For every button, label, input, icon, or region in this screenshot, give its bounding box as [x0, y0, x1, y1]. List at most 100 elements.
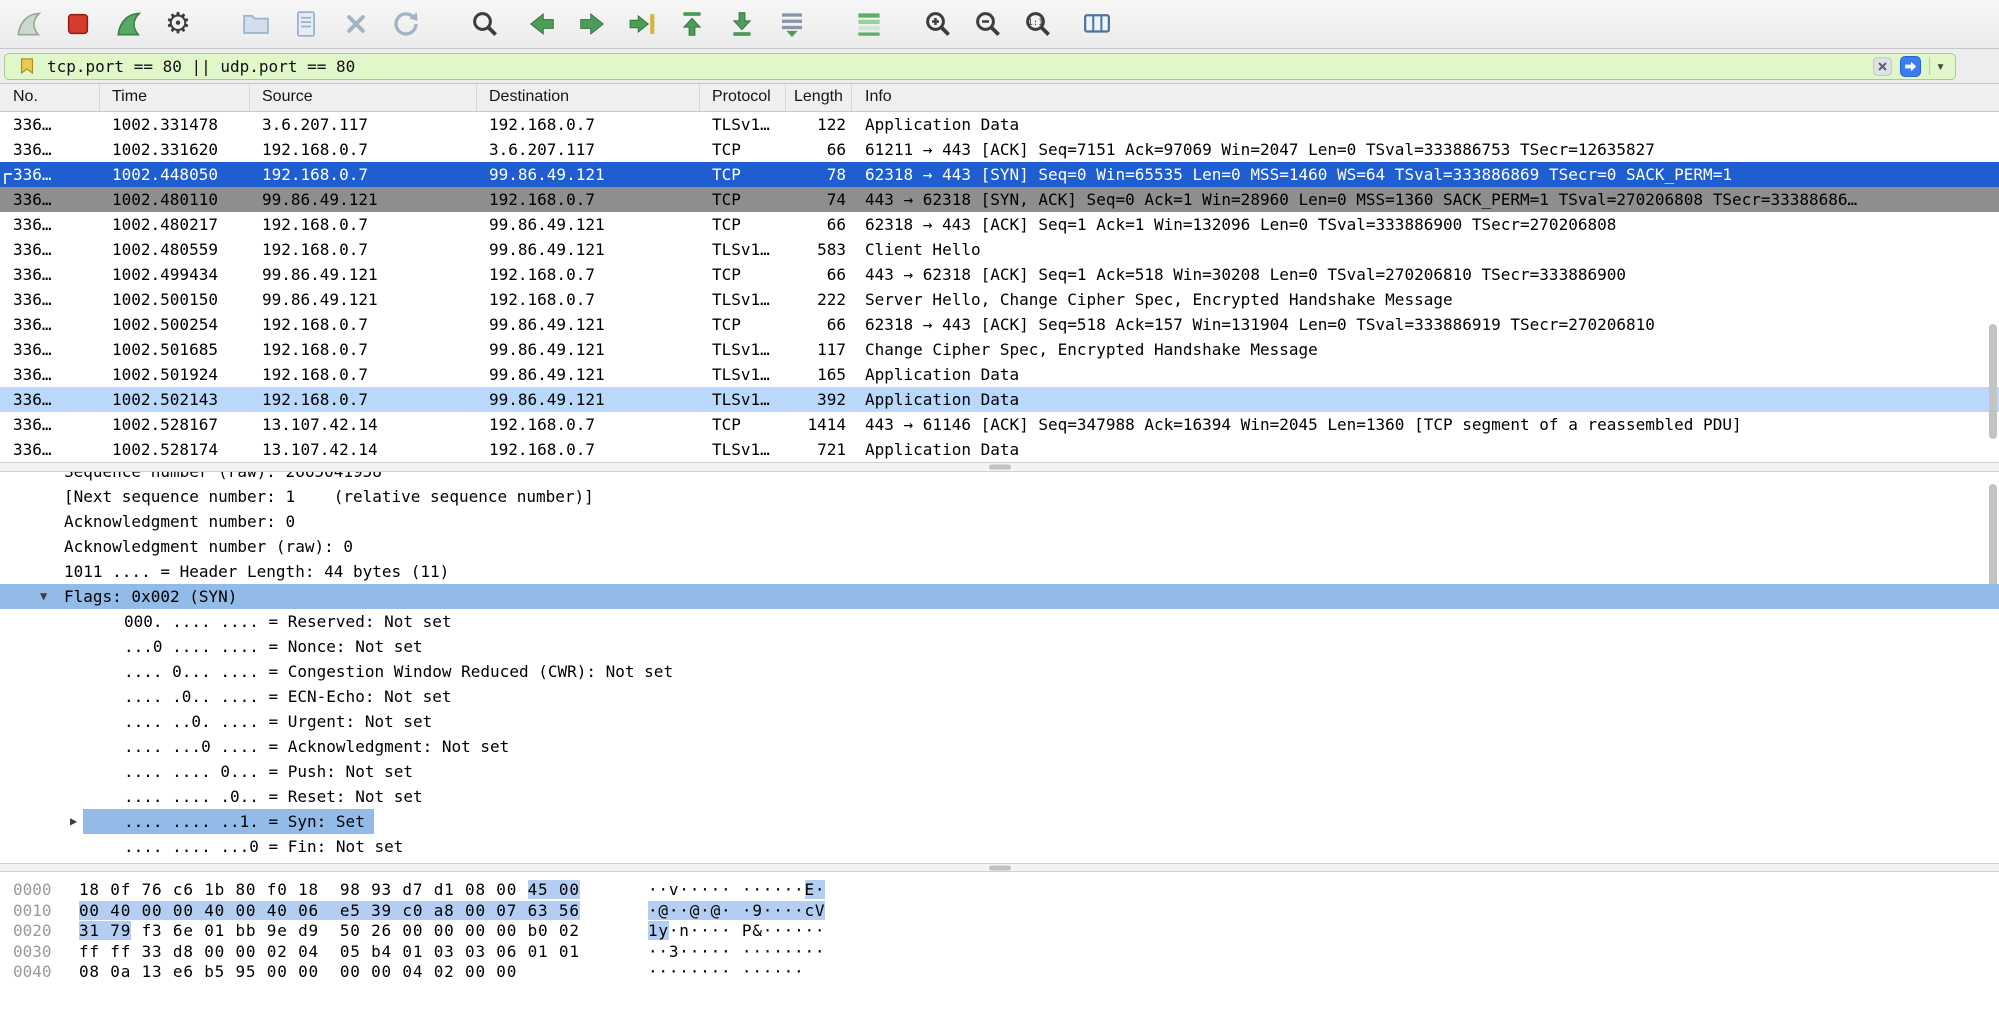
hex-row[interactable]: 000018 0f 76 c6 1b 80 f0 18 98 93 d7 d1 … — [0, 880, 1999, 901]
detail-line[interactable]: .... .0.. .... = ECN-Echo: Not set — [0, 684, 1999, 709]
detail-line[interactable]: 000. .... .... = Reserved: Not set — [0, 609, 1999, 634]
detail-line[interactable]: ▼Flags: 0x002 (SYN) — [0, 584, 1999, 609]
detail-line[interactable]: Acknowledgment number: 0 — [0, 509, 1999, 534]
go-last-packet-button[interactable] — [720, 3, 764, 45]
packet-cell-info: Application Data — [852, 112, 1999, 137]
detail-line[interactable]: 1011 .... = Header Length: 44 bytes (11) — [0, 559, 1999, 584]
detail-line[interactable]: ...0 .... .... = Nonce: Not set — [0, 634, 1999, 659]
filter-dropdown-chevron-icon[interactable]: ▾ — [1929, 57, 1949, 75]
capture-options-button[interactable]: ⚙ — [156, 3, 200, 45]
packet-cell-dst: 99.86.49.121 — [477, 162, 700, 187]
packet-row[interactable]: 336…1002.501685192.168.0.799.86.49.121TL… — [0, 337, 1999, 362]
hex-row[interactable]: 0010 00 40 00 00 40 00 40 06 e5 39 c0 a8 … — [0, 901, 1999, 922]
zoom-out-button[interactable] — [966, 3, 1010, 45]
hex-ascii: ········ ······ — [648, 962, 805, 983]
splitter-handle-icon — [989, 865, 1011, 870]
packet-list: No.TimeSourceDestinationProtocolLengthIn… — [0, 84, 1999, 462]
open-file-button[interactable] — [234, 3, 278, 45]
packet-row[interactable]: 336…1002.50015099.86.49.121192.168.0.7TL… — [0, 287, 1999, 312]
packet-row[interactable]: 336…1002.480559192.168.0.799.86.49.121TL… — [0, 237, 1999, 262]
packet-list-scrollbar-thumb[interactable] — [1989, 324, 1997, 439]
packet-cell-proto: TLSv1… — [700, 437, 786, 462]
hex-row[interactable]: 004008 0a 13 e6 b5 95 00 00 00 00 04 02 … — [0, 962, 1999, 983]
go-back-button[interactable] — [520, 3, 564, 45]
stop-capture-button[interactable] — [56, 3, 100, 45]
go-first-packet-button[interactable] — [670, 3, 714, 45]
column-header-proto[interactable]: Protocol — [700, 84, 786, 111]
resize-columns-button[interactable] — [1075, 3, 1119, 45]
display-filter-input[interactable]: tcp.port == 80 || udp.port == 80 ▾ — [4, 53, 1956, 80]
packet-cell-proto: TCP — [700, 412, 786, 437]
column-header-no[interactable]: No. — [0, 84, 100, 111]
detail-line[interactable]: ▶.... .... ..1. = Syn: Set — [83, 809, 374, 834]
packet-cell-dst: 99.86.49.121 — [477, 312, 700, 337]
filter-bookmark-icon[interactable] — [17, 56, 37, 76]
expand-toggle-icon[interactable]: ▶ — [70, 809, 77, 834]
go-forward-button[interactable] — [570, 3, 614, 45]
detail-line[interactable]: .... .... .0.. = Reset: Not set — [0, 784, 1999, 809]
packet-row[interactable]: 336…1002.48011099.86.49.121192.168.0.7TC… — [0, 187, 1999, 212]
packet-cell-info: Application Data — [852, 362, 1999, 387]
packet-details-pane: Sequence number (raw): 2665041958[Next s… — [0, 472, 1999, 863]
packet-row[interactable]: 336…1002.331620192.168.0.73.6.207.117TCP… — [0, 137, 1999, 162]
hex-offset-label: 0010 — [13, 901, 52, 922]
packet-row[interactable]: 336…1002.501924192.168.0.799.86.49.121TL… — [0, 362, 1999, 387]
selected-bytes-highlight: ·@··@·@· ·9····cV — [648, 901, 825, 920]
packet-row[interactable]: 336…1002.52816713.107.42.14192.168.0.7TC… — [0, 412, 1999, 437]
column-header-dst[interactable]: Destination — [477, 84, 700, 111]
hex-row[interactable]: 002031 79 f3 6e 01 bb 9e d9 50 26 00 00 … — [0, 921, 1999, 942]
packet-list-header: No.TimeSourceDestinationProtocolLengthIn… — [0, 84, 1999, 112]
packet-row[interactable]: 336…1002.480217192.168.0.799.86.49.121TC… — [0, 212, 1999, 237]
hex-row[interactable]: 0030ff ff 33 d8 00 00 02 04 05 b4 01 03 … — [0, 942, 1999, 963]
packet-cell-time: 1002.500150 — [100, 287, 250, 312]
packet-cell-proto: TCP — [700, 312, 786, 337]
packet-row[interactable]: 336…1002.502143192.168.0.799.86.49.121TL… — [0, 387, 1999, 412]
packet-row[interactable]: 336…1002.500254192.168.0.799.86.49.121TC… — [0, 312, 1999, 337]
filter-clear-button[interactable] — [1872, 56, 1893, 77]
start-capture-button[interactable] — [6, 3, 50, 45]
detail-line[interactable]: Acknowledgment number (raw): 0 — [0, 534, 1999, 559]
save-file-button[interactable] — [284, 3, 328, 45]
detail-line[interactable]: .... ...0 .... = Acknowledgment: Not set — [0, 734, 1999, 759]
pane-splitter-bottom[interactable] — [0, 863, 1999, 872]
packet-cell-proto: TLSv1… — [700, 237, 786, 262]
packet-row[interactable]: 336…1002.448050192.168.0.799.86.49.121TC… — [0, 162, 1999, 187]
reload-file-button[interactable] — [384, 3, 428, 45]
colorize-button[interactable] — [847, 3, 891, 45]
detail-line[interactable]: [Next sequence number: 1 (relative seque… — [0, 484, 1999, 509]
column-header-time[interactable]: Time — [100, 84, 250, 111]
hex-bytes: 00 40 00 00 40 00 40 06 e5 39 c0 a8 00 0… — [79, 901, 580, 922]
restart-capture-button[interactable] — [106, 3, 150, 45]
pane-splitter-top[interactable] — [0, 462, 1999, 472]
detail-line[interactable]: .... ..0. .... = Urgent: Not set — [0, 709, 1999, 734]
column-header-info[interactable]: Info — [852, 84, 1999, 111]
packet-row[interactable]: 336…1002.3314783.6.207.117192.168.0.7TLS… — [0, 112, 1999, 137]
auto-scroll-button[interactable] — [770, 3, 814, 45]
packet-cell-time: 1002.501685 — [100, 337, 250, 362]
go-to-packet-button[interactable] — [620, 3, 664, 45]
detail-text: .... .... 0... = Push: Not set — [124, 762, 413, 781]
close-file-button[interactable] — [334, 3, 378, 45]
detail-line[interactable]: Sequence number (raw): 2665041958 — [0, 472, 1999, 484]
packet-cell-info: 62318 → 443 [ACK] Seq=1 Ack=1 Win=132096… — [852, 212, 1999, 237]
packet-cell-len: 392 — [786, 387, 852, 412]
collapse-toggle-icon[interactable]: ▼ — [40, 584, 47, 609]
packet-row[interactable]: 336…1002.52817413.107.42.14192.168.0.7TL… — [0, 437, 1999, 462]
column-header-len[interactable]: Length — [786, 84, 852, 111]
detail-line[interactable]: .... 0... .... = Congestion Window Reduc… — [0, 659, 1999, 684]
packet-row[interactable]: 336…1002.49943499.86.49.121192.168.0.7TC… — [0, 262, 1999, 287]
zoom-reset-button[interactable]: 1:1 — [1016, 3, 1060, 45]
packet-cell-proto: TLSv1… — [700, 337, 786, 362]
find-packet-button[interactable] — [463, 3, 507, 45]
detail-line[interactable]: .... .... ...0 = Fin: Not set — [0, 834, 1999, 859]
packet-cell-src: 192.168.0.7 — [250, 212, 477, 237]
zoom-in-button[interactable] — [916, 3, 960, 45]
detail-text: Acknowledgment number (raw): 0 — [64, 537, 353, 556]
detail-line[interactable]: .... .... 0... = Push: Not set — [0, 759, 1999, 784]
detail-text: 000. .... .... = Reserved: Not set — [124, 612, 452, 631]
column-header-src[interactable]: Source — [250, 84, 477, 111]
packet-cell-no: 336… — [0, 362, 100, 387]
packet-cell-proto: TCP — [700, 137, 786, 162]
filter-text: tcp.port == 80 || udp.port == 80 — [47, 57, 1866, 76]
filter-apply-button[interactable] — [1899, 55, 1922, 78]
